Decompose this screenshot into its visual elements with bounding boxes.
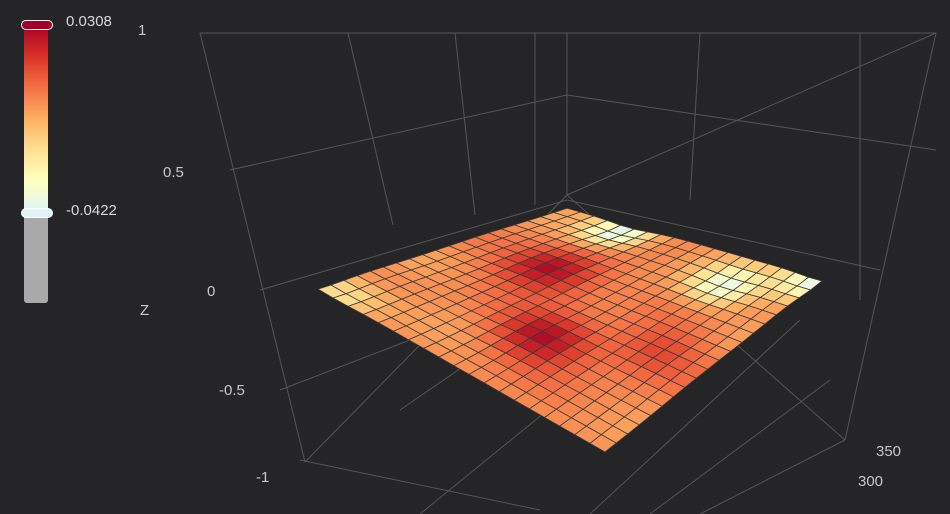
grid-line	[347, 32, 394, 226]
z-axis-title: Z	[140, 302, 150, 319]
z-tick-label: -1	[256, 469, 270, 486]
colorbar-max-handle[interactable]	[21, 20, 53, 30]
colorbar	[21, 20, 53, 303]
grid-line	[699, 439, 846, 514]
z-tick-label: 0	[207, 283, 216, 300]
grid-line	[844, 32, 937, 441]
colorbar-min-label: -0.0422	[66, 202, 117, 219]
colorbar-min-handle[interactable]	[21, 208, 53, 218]
colorbar-gradient	[24, 20, 48, 303]
z-tick-label: -0.5	[219, 382, 245, 399]
y-tick-label: 350	[876, 443, 902, 460]
grid-line	[419, 399, 561, 514]
grid-line	[199, 32, 306, 463]
surface-mesh[interactable]	[317, 207, 823, 453]
grid-line	[299, 459, 541, 511]
grid-line	[454, 32, 476, 216]
grid-line	[229, 94, 568, 171]
surface-plot[interactable]	[0, 0, 950, 514]
grid-line	[566, 32, 937, 196]
grid-line	[566, 94, 937, 151]
y-tick-label: 300	[858, 473, 884, 490]
colorbar-max-label: 0.0308	[66, 13, 112, 30]
grid-line	[689, 32, 701, 201]
z-tick-label: 1	[138, 22, 147, 39]
z-tick-label: 0.5	[163, 164, 184, 181]
